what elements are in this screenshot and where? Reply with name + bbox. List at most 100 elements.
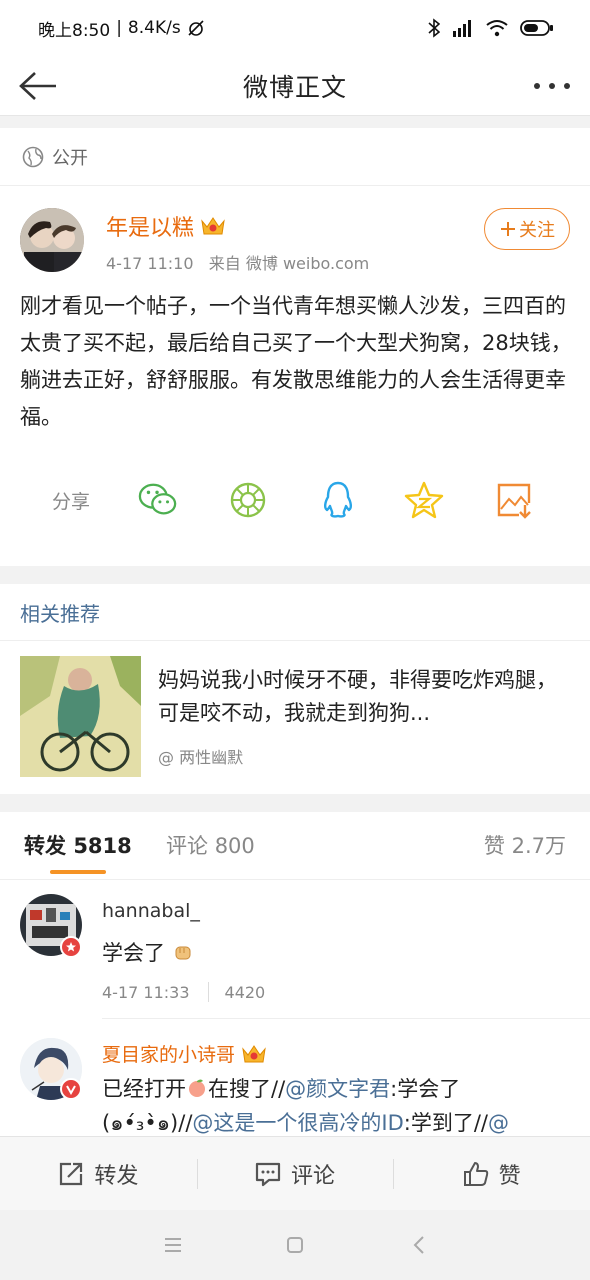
recommend-card: 相关推荐 妈妈说我小时候牙不硬，非得要吃炸鸡腿，可是咬不动，我就走到狗狗... … bbox=[0, 584, 590, 794]
square-icon bbox=[287, 1237, 303, 1253]
verified-badge bbox=[60, 936, 82, 958]
more-button[interactable] bbox=[528, 62, 576, 110]
repost-button[interactable]: 转发 bbox=[0, 1137, 197, 1210]
tab-comments[interactable]: 评论 800 bbox=[166, 830, 255, 860]
tab-likes-count: 2.7万 bbox=[511, 834, 566, 858]
battery-icon bbox=[520, 20, 553, 36]
tab-likes[interactable]: 赞 2.7万 bbox=[484, 830, 566, 860]
follow-label: 关注 bbox=[519, 220, 555, 241]
repost-action-label: 转发 bbox=[94, 1163, 139, 1189]
thumbs-up-icon bbox=[463, 1161, 488, 1186]
bottom-action-bar: 转发 评论 赞 bbox=[0, 1136, 590, 1210]
repost-icon bbox=[60, 1162, 83, 1185]
engagement-tabs: 转发 5818 评论 800 赞 2.7万 bbox=[0, 812, 590, 880]
like-button[interactable]: 赞 bbox=[393, 1137, 590, 1210]
author-name[interactable]: 年是以糕 bbox=[106, 210, 194, 242]
recommend-source[interactable]: @ 两性幽默 bbox=[158, 744, 243, 768]
tab-likes-label: 赞 bbox=[483, 834, 505, 858]
author-name-row: 年是以糕 bbox=[106, 210, 226, 242]
back-button[interactable] bbox=[14, 62, 62, 110]
status-separator: | bbox=[116, 18, 122, 38]
comment-button[interactable]: 评论 bbox=[196, 1137, 394, 1210]
repost-text: 学会了 bbox=[102, 936, 572, 970]
divider bbox=[102, 1018, 590, 1019]
status-time: 晚上8:50 bbox=[38, 20, 111, 41]
tab-reposts-count: 5818 bbox=[73, 834, 132, 858]
plus-icon bbox=[501, 222, 515, 236]
post-body: 刚才看见一个帖子，一个当代青年想买懒人沙发，三四百的太贵了买不起，最后给自己买了… bbox=[20, 294, 572, 429]
share-moments-button[interactable] bbox=[228, 480, 268, 520]
recommend-thumbnail[interactable] bbox=[20, 656, 141, 777]
active-tab-indicator bbox=[50, 870, 106, 874]
repost-meta: 4-17 11:33 4420 bbox=[102, 982, 265, 1002]
share-qzone-button[interactable] bbox=[404, 480, 444, 520]
arrow-left-icon bbox=[19, 72, 56, 100]
alarm-off-icon bbox=[188, 20, 204, 36]
system-nav-bar bbox=[0, 1210, 590, 1280]
kaomoji: (๑•́₃•̀๑)// bbox=[102, 1111, 193, 1135]
moments-icon bbox=[230, 482, 266, 518]
system-back-button[interactable] bbox=[406, 1232, 432, 1258]
share-qq-button[interactable] bbox=[318, 480, 358, 520]
more-dots-icon bbox=[534, 83, 570, 89]
wifi-icon bbox=[486, 20, 508, 37]
list-item[interactable]: 夏目家的小诗哥 已经打开 在搜了//@颜文字君:学会了 (๑•́₃•̀๑)//@这是… bbox=[0, 1020, 590, 1136]
signal-icon bbox=[453, 20, 471, 37]
qq-icon bbox=[324, 481, 352, 518]
tab-comments-count: 800 bbox=[214, 834, 255, 858]
tab-reposts[interactable]: 转发 5818 bbox=[24, 830, 132, 860]
follow-button[interactable]: 关注 bbox=[484, 208, 570, 250]
mention-link[interactable]: @颜文字君 bbox=[285, 1077, 390, 1101]
page-title: 微博正文 bbox=[242, 72, 347, 102]
save-image-button[interactable] bbox=[494, 480, 534, 520]
divider bbox=[0, 640, 590, 641]
qzone-icon bbox=[404, 481, 444, 519]
fist-emoji bbox=[175, 946, 191, 960]
verified-badge bbox=[60, 1078, 82, 1100]
share-wechat-button[interactable] bbox=[138, 480, 178, 520]
repost-time: 4-17 11:33 bbox=[102, 982, 190, 1002]
post-card: 公开 年是以糕 4-17 11:10 来自 微博 weibo.com 关注 刚才… bbox=[0, 128, 590, 566]
vip-crown-icon bbox=[201, 217, 225, 235]
avatar-photo bbox=[20, 208, 84, 272]
verified-v-icon bbox=[66, 1085, 76, 1095]
recommend-text[interactable]: 妈妈说我小时候牙不硬，非得要吃炸鸡腿，可是咬不动，我就走到狗狗... bbox=[158, 664, 574, 730]
tab-reposts-label: 转发 bbox=[24, 834, 66, 858]
star-badge-icon bbox=[66, 942, 76, 952]
post-source: 来自 微博 weibo.com bbox=[208, 254, 370, 273]
status-bar: 晚上8:50 | 8.4K/s bbox=[0, 0, 590, 56]
globe-icon bbox=[22, 146, 44, 167]
chevron-left-icon bbox=[413, 1236, 424, 1254]
save-image-icon bbox=[497, 483, 531, 519]
reposter-name[interactable]: hannabal_ bbox=[102, 900, 200, 922]
reposter-name-row: hannabal_ bbox=[102, 900, 200, 922]
mention-link[interactable]: @ bbox=[488, 1111, 509, 1135]
status-left: 晚上8:50 | 8.4K/s bbox=[38, 16, 205, 41]
author-row: 年是以糕 4-17 11:10 来自 微博 weibo.com 关注 bbox=[20, 208, 570, 288]
visibility-row: 公开 bbox=[0, 128, 590, 186]
visibility-label: 公开 bbox=[52, 147, 88, 169]
repost-text-mid: 在搜了// bbox=[208, 1077, 286, 1101]
post-meta: 4-17 11:10 来自 微博 weibo.com bbox=[106, 250, 369, 274]
thumbnail-illustration bbox=[20, 656, 141, 777]
status-speed: 8.4K/s bbox=[127, 18, 181, 38]
nav-bar: 微博正文 bbox=[0, 56, 590, 116]
list-item[interactable]: hannabal_ 学会了 4-17 11:33 4420 bbox=[0, 880, 590, 1020]
repost-text-end: :学到了// bbox=[403, 1111, 488, 1135]
reposter-name[interactable]: 夏目家的小诗哥 bbox=[102, 1040, 235, 1067]
comment-icon bbox=[255, 1162, 281, 1186]
recent-apps-button[interactable] bbox=[160, 1232, 186, 1258]
repost-text-mid2: :学会了 bbox=[390, 1077, 461, 1101]
author-avatar[interactable] bbox=[20, 208, 84, 272]
repost-likes[interactable]: 4420 bbox=[225, 983, 266, 1002]
repost-list: hannabal_ 学会了 4-17 11:33 4420 夏目家的小诗哥 已经… bbox=[0, 880, 590, 1136]
repost-text: 已经打开 在搜了//@颜文字君:学会了 (๑•́₃•̀๑)//@这是一个很高冷的ID… bbox=[102, 1072, 572, 1136]
home-button[interactable] bbox=[282, 1232, 308, 1258]
status-right bbox=[428, 18, 554, 38]
recommend-title: 相关推荐 bbox=[20, 602, 100, 626]
reposter-name-row: 夏目家的小诗哥 bbox=[102, 1040, 267, 1067]
post-time: 4-17 11:10 bbox=[106, 254, 194, 273]
mention-link[interactable]: @这是一个很高冷的ID bbox=[192, 1111, 403, 1135]
meta-separator bbox=[207, 982, 209, 1002]
tab-comments-label: 评论 bbox=[166, 834, 208, 858]
